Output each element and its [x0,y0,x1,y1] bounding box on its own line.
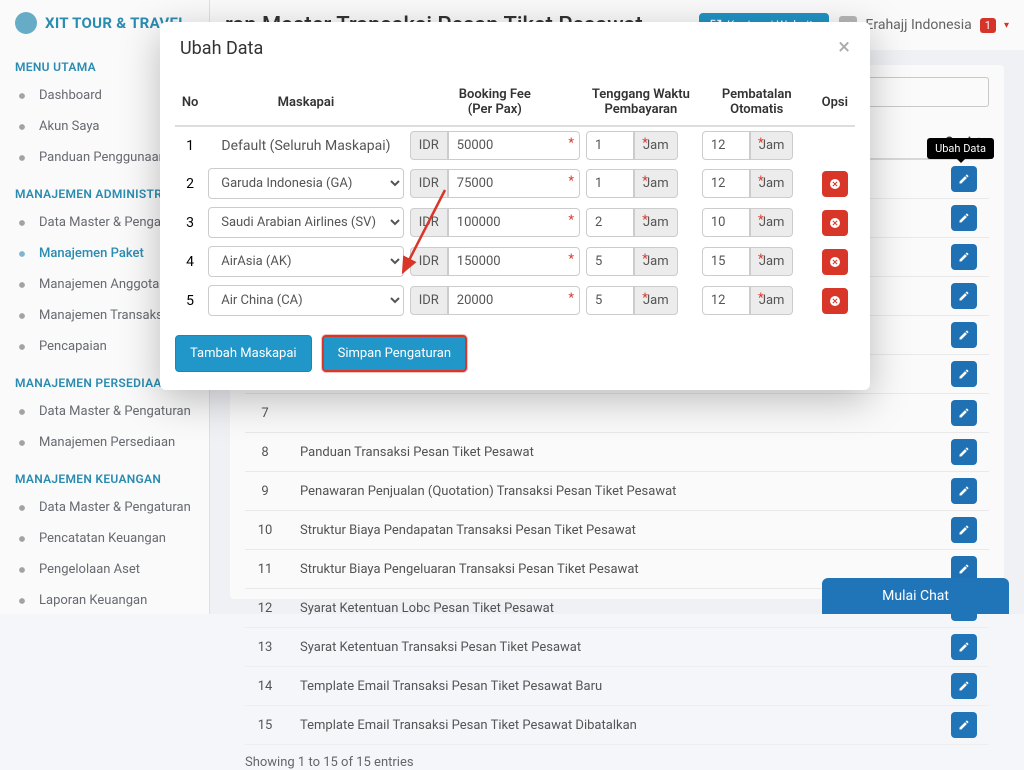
pembatalan-input[interactable] [702,286,750,315]
required-icon: * [642,252,648,267]
simpan-pengaturan-button[interactable]: Simpan Pengaturan [322,335,467,372]
row-nama: Template Email Transaksi Pesan Tiket Pes… [300,679,939,694]
currency-label: IDR [410,286,448,315]
pembatalan-input[interactable] [702,169,750,198]
time-unit-label: Jam [750,208,794,237]
currency-label: IDR [410,169,448,198]
modal-ubah-data: Ubah Data × No Maskapai Booking Fee (Per… [160,22,870,390]
modal-title: Ubah Data [180,38,838,59]
booking-fee-input[interactable] [448,131,580,160]
edit-button[interactable] [951,634,977,660]
modal-row: 1Default (Seluruh Maskapai)IDR**Jam*Jam [175,126,855,164]
pembatalan-input[interactable] [702,247,750,276]
required-icon: * [758,252,764,267]
row-no: 3 [175,203,205,242]
required-icon: * [568,291,574,306]
modal-header: Ubah Data × [160,22,870,74]
required-icon: * [758,174,764,189]
row-nama: Syarat Ketentuan Transaksi Pesan Tiket P… [300,640,939,655]
time-unit-label: Jam [750,286,794,315]
booking-fee-input[interactable] [448,286,580,315]
required-icon: * [568,136,574,151]
row-no: 4 [175,242,205,281]
modal-row: 5Air China (CA)IDR**Jam*Jam [175,281,855,320]
maskapai-default-label: Default (Seluruh Maskapai) [205,126,406,164]
required-icon: * [568,174,574,189]
modal-row: 3Saudi Arabian Airlines (SV)IDR**Jam*Jam [175,203,855,242]
table-row: 14 Template Email Transaksi Pesan Tiket P… [245,667,989,706]
modal-row: 2Garuda Indonesia (GA)IDR**Jam*Jam [175,164,855,203]
table-row: 13 Syarat Ketentuan Transaksi Pesan Tiket… [245,628,989,667]
maskapai-select[interactable]: Garuda Indonesia (GA) [208,168,403,199]
booking-fee-input[interactable] [448,169,580,198]
row-no: 1 [175,126,205,164]
edit-button[interactable] [951,673,977,699]
th-no: No [175,79,205,126]
required-icon: * [642,213,648,228]
delete-row-button[interactable] [822,288,848,314]
modal-body: No Maskapai Booking Fee (Per Pax) Tengga… [160,74,870,390]
row-no: 5 [175,281,205,320]
time-unit-label: Jam [634,208,678,237]
tenggang-input[interactable] [586,208,634,237]
row-nama: Template Email Transaksi Pesan Tiket Pes… [300,718,939,733]
th-booking-fee: Booking Fee (Per Pax) [407,79,583,126]
required-icon: * [642,291,648,306]
time-unit-label: Jam [634,169,678,198]
required-icon: * [758,213,764,228]
tenggang-input[interactable] [586,169,634,198]
th-pembatalan: Pembatalan Otomatis [699,79,815,126]
row-no: 2 [175,164,205,203]
booking-fee-input[interactable] [448,247,580,276]
required-icon: * [758,136,764,151]
booking-fee-input[interactable] [448,208,580,237]
pembatalan-input[interactable] [702,131,750,160]
required-icon: * [568,213,574,228]
showing-text: Showing 1 to 15 of 15 entries [245,755,989,770]
time-unit-label: Jam [634,286,678,315]
th-tenggang: Tenggang Waktu Pembayaran [583,79,699,126]
delete-row-button[interactable] [822,210,848,236]
row-no: 14 [245,679,285,694]
tenggang-input[interactable] [586,286,634,315]
tenggang-input[interactable] [586,131,634,160]
delete-row-button[interactable] [822,249,848,275]
th-opsi: Opsi [815,79,855,126]
required-icon: * [758,291,764,306]
row-no: 15 [245,718,285,733]
modal-close-button[interactable]: × [838,37,850,59]
chat-button[interactable]: Mulai Chat [822,578,1009,614]
edit-button[interactable] [951,712,977,738]
delete-row-button[interactable] [822,171,848,197]
th-maskapai: Maskapai [205,79,406,126]
time-unit-label: Jam [750,247,794,276]
maskapai-select[interactable]: Saudi Arabian Airlines (SV) [208,207,403,238]
maskapai-select[interactable]: Air China (CA) [208,285,403,316]
tenggang-input[interactable] [586,247,634,276]
time-unit-label: Jam [750,131,794,160]
currency-label: IDR [410,208,448,237]
row-no: 13 [245,640,285,655]
time-unit-label: Jam [634,247,678,276]
currency-label: IDR [410,131,448,160]
required-icon: * [642,174,648,189]
pembatalan-input[interactable] [702,208,750,237]
tambah-maskapai-button[interactable]: Tambah Maskapai [175,335,312,372]
modal-actions: Tambah Maskapai Simpan Pengaturan [175,335,855,372]
time-unit-label: Jam [750,169,794,198]
time-unit-label: Jam [634,131,678,160]
required-icon: * [642,136,648,151]
modal-row: 4AirAsia (AK)IDR**Jam*Jam [175,242,855,281]
maskapai-select[interactable]: AirAsia (AK) [208,246,403,277]
required-icon: * [568,252,574,267]
table-row: 15 Template Email Transaksi Pesan Tiket P… [245,706,989,745]
currency-label: IDR [410,247,448,276]
modal-table: No Maskapai Booking Fee (Per Pax) Tengga… [175,79,855,320]
